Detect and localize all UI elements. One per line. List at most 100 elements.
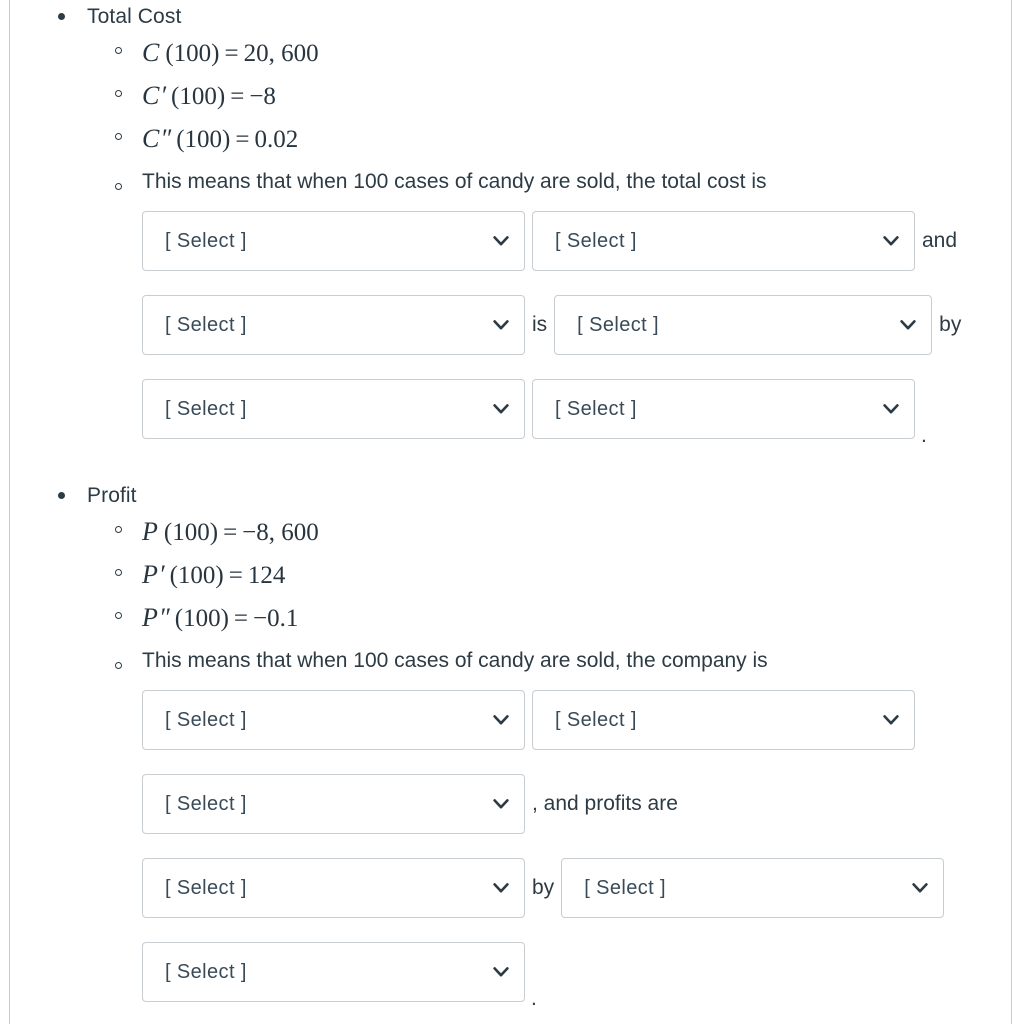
- math-operator: =: [233, 605, 249, 632]
- chevron-down-icon: [882, 232, 900, 250]
- select-placeholder: [ Select ]: [577, 313, 659, 336]
- bullet-circle-icon: [115, 612, 122, 619]
- fact-item: P″ (100) = −0.1: [10, 597, 1011, 640]
- select-placeholder: [ Select ]: [555, 708, 637, 731]
- interpretation-sentence: This means that when 100 cases of candy …: [142, 170, 767, 193]
- math-operator: =: [224, 40, 239, 67]
- chevron-down-icon: [911, 879, 929, 897]
- select-dropdown[interactable]: [ Select ]: [142, 295, 525, 355]
- fact-item: C″ (100) = 0.02: [10, 118, 1011, 161]
- select-placeholder: [ Select ]: [165, 960, 247, 983]
- select-dropdown[interactable]: [ Select ]: [142, 379, 525, 439]
- select-placeholder: [ Select ]: [165, 876, 247, 899]
- select-dropdown[interactable]: [ Select ]: [561, 858, 945, 918]
- connector-text: by: [532, 876, 555, 899]
- select-row: [ Select ] is [ Select ] by: [142, 283, 1011, 367]
- fact-body: P″ (100) = −0.1: [10, 597, 1011, 640]
- math-argument: (100): [174, 605, 229, 632]
- bullet-circle-icon: [115, 526, 122, 533]
- select-placeholder: [ Select ]: [165, 708, 247, 731]
- fact-body: P (100) = −8, 600: [10, 511, 1011, 554]
- bullet-circle-icon: [115, 662, 122, 669]
- chevron-down-icon: [492, 400, 510, 418]
- math-operator: =: [223, 519, 238, 546]
- select-placeholder: [ Select ]: [555, 229, 637, 252]
- math-argument: (100): [176, 126, 231, 153]
- bullet-circle-icon: [115, 90, 122, 97]
- chevron-down-icon: [492, 711, 510, 729]
- section-item: Profit P (100) = −8, 600 P′ (100) = 124 P″ (100…: [10, 481, 1011, 1014]
- select-dropdown[interactable]: [ Select ]: [554, 295, 933, 355]
- select-row: [ Select ] by [ Select ]: [142, 846, 1011, 930]
- math-prime: ″: [158, 603, 170, 632]
- fact-body: C′ (100) = −8: [10, 75, 1011, 118]
- select-dropdown[interactable]: [ Select ]: [142, 690, 525, 750]
- math-argument: (100): [169, 562, 224, 589]
- select-dropdown[interactable]: [ Select ]: [532, 690, 915, 750]
- select-placeholder: [ Select ]: [165, 229, 247, 252]
- math-function-name: P: [142, 560, 158, 589]
- section-title: Profit: [87, 484, 137, 507]
- fact-item: P′ (100) = 124: [10, 554, 1011, 597]
- select-placeholder: [ Select ]: [584, 876, 666, 899]
- math-expression: P″ (100) = −0.1: [142, 597, 1011, 640]
- select-dropdown[interactable]: [ Select ]: [532, 379, 915, 439]
- select-row: [ Select ] , and profits are: [142, 762, 1011, 846]
- select-row: [ Select ] [ Select ].: [142, 367, 1011, 451]
- interpretation-item: This means that when 100 cases of candy …: [10, 640, 1011, 678]
- math-expression: C′ (100) = −8: [142, 75, 1011, 118]
- section-item: Total Cost C (100) = 20, 600 C′ (100) = −8 C″ (…: [10, 2, 1011, 481]
- fact-body: C (100) = 20, 600: [10, 32, 1011, 75]
- math-expression: P′ (100) = 124: [142, 554, 1011, 597]
- connector-text: , and profits are: [532, 792, 678, 815]
- connector-text: and: [922, 229, 958, 252]
- chevron-down-icon: [492, 795, 510, 813]
- page-right-rule: [1011, 0, 1012, 1024]
- select-dropdown[interactable]: [ Select ]: [142, 942, 525, 1002]
- math-argument: (100): [171, 83, 226, 110]
- math-function-name: C: [142, 38, 160, 67]
- interpretation-sentence: This means that when 100 cases of candy …: [142, 649, 768, 672]
- select-row: [ Select ] [ Select ] and: [142, 199, 1011, 283]
- math-operator: =: [230, 83, 245, 110]
- math-value: −8, 600: [242, 519, 319, 546]
- quiz-answer-content: Total Cost C (100) = 20, 600 C′ (100) = −8 C″ (…: [10, 0, 1011, 1024]
- connector-text: is: [532, 313, 548, 336]
- bullet-disc-icon: [58, 13, 65, 20]
- select-dropdown[interactable]: [ Select ]: [142, 858, 525, 918]
- fact-item: P (100) = −8, 600: [10, 511, 1011, 554]
- math-value: −0.1: [253, 605, 299, 632]
- fact-list: C (100) = 20, 600 C′ (100) = −8 C″ (100) = 0.02 T…: [10, 32, 1011, 199]
- chevron-down-icon: [492, 879, 510, 897]
- connector-text: .: [921, 424, 927, 447]
- select-placeholder: [ Select ]: [555, 397, 637, 420]
- math-value: 0.02: [254, 126, 299, 153]
- bullet-circle-icon: [115, 183, 122, 190]
- math-prime: ′: [158, 560, 165, 589]
- select-dropdown[interactable]: [ Select ]: [532, 211, 915, 271]
- connector-text: .: [531, 987, 537, 1010]
- select-row-group: [ Select ] [ Select ] [ Select ] , and prof…: [10, 678, 1011, 1014]
- fact-list: P (100) = −8, 600 P′ (100) = 124 P″ (100) = −0.1…: [10, 511, 1011, 678]
- select-dropdown[interactable]: [ Select ]: [142, 774, 525, 834]
- section-list: Total Cost C (100) = 20, 600 C′ (100) = −8 C″ (…: [10, 2, 1011, 1014]
- interpretation-body: This means that when 100 cases of candy …: [10, 161, 1011, 199]
- select-placeholder: [ Select ]: [165, 792, 247, 815]
- chevron-down-icon: [882, 400, 900, 418]
- section-title: Total Cost: [87, 5, 182, 28]
- select-dropdown[interactable]: [ Select ]: [142, 211, 525, 271]
- select-placeholder: [ Select ]: [165, 313, 247, 336]
- chevron-down-icon: [899, 316, 917, 334]
- fact-body: P′ (100) = 124: [10, 554, 1011, 597]
- bullet-circle-icon: [115, 569, 122, 576]
- bullet-circle-icon: [115, 133, 122, 140]
- math-function-name: C: [142, 124, 160, 153]
- select-placeholder: [ Select ]: [165, 397, 247, 420]
- chevron-down-icon: [492, 316, 510, 334]
- chevron-down-icon: [882, 711, 900, 729]
- select-row-group: [ Select ] [ Select ] and [ Select ] is [ Sel…: [10, 199, 1011, 451]
- math-function-name: C: [142, 81, 160, 110]
- chevron-down-icon: [492, 232, 510, 250]
- math-value: 20, 600: [243, 40, 319, 67]
- bullet-circle-icon: [115, 47, 122, 54]
